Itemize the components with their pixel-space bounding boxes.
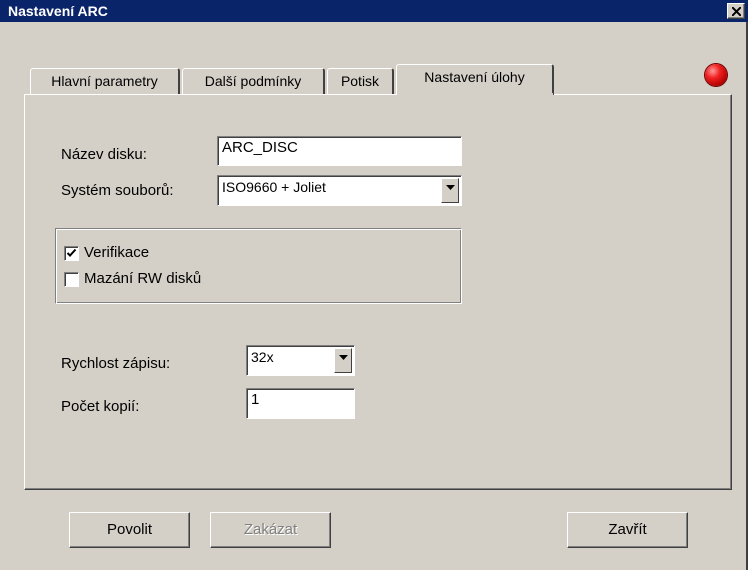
close-icon [732,7,741,16]
tab-panel [24,94,732,490]
tab-label: Potisk [340,73,380,89]
enable-button[interactable]: Povolit [69,512,190,548]
window-title: Nastavení ARC [8,3,108,19]
tab-label: Nastavení úlohy [424,69,525,85]
tab-main-parameters[interactable]: Hlavní parametry [30,68,180,94]
tab-job-settings[interactable]: Nastavení úlohy [396,64,554,95]
active-tab-joiner [397,93,553,96]
disable-button: Zakázat [210,512,331,548]
red-led-icon [705,64,727,86]
close-window-button[interactable] [727,3,745,19]
tab-print[interactable]: Potisk [327,68,394,94]
title-bar: Nastavení ARC [0,0,748,22]
tab-other-conditions[interactable]: Další podmínky [182,68,325,94]
close-button[interactable]: Zavřít [567,512,688,548]
tab-label: Další podmínky [204,73,302,89]
tab-label: Hlavní parametry [51,73,158,89]
